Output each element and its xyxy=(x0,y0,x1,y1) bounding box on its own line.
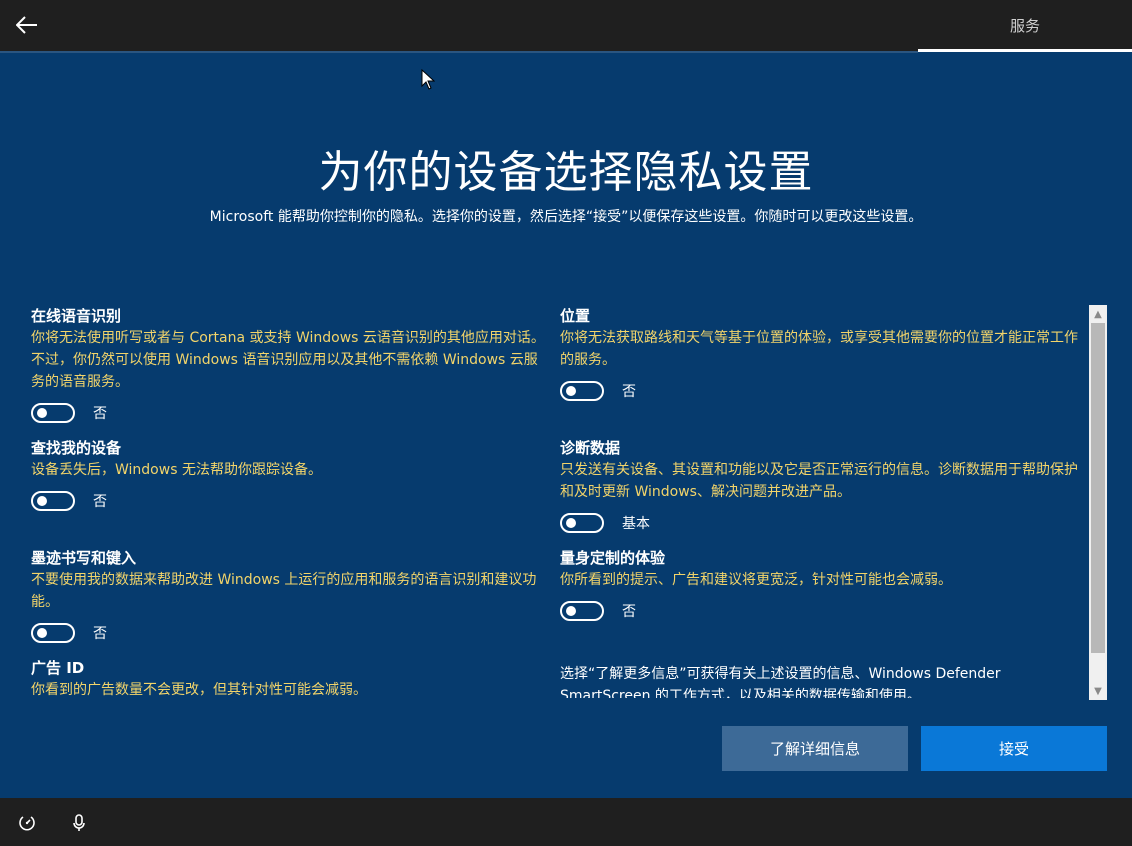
setting-description: 你将无法使用听写或者与 Cortana 或支持 Windows 云语音识别的其他… xyxy=(31,330,545,390)
setting-description: 设备丢失后，Windows 无法帮助你跟踪设备。 xyxy=(31,462,322,478)
toggle-knob xyxy=(566,606,576,616)
setting-diagnostics: 诊断数据 只发送有关设备、其设置和功能以及它是否正常运行的信息。诊断数据用于帮助… xyxy=(560,437,1080,535)
setting-description: 你将无法获取路线和天气等基于位置的体验，或享受其他需要你的位置才能正常工作的服务… xyxy=(560,330,1078,368)
page-title: 为你的设备选择隐私设置 xyxy=(318,147,814,198)
top-bar: 服务 xyxy=(0,0,1132,53)
toggle-state-label: 否 xyxy=(622,384,636,400)
setting-description: 只发送有关设备、其设置和功能以及它是否正常运行的信息。诊断数据用于帮助保护和及时… xyxy=(560,462,1078,500)
toggle-knob xyxy=(37,628,47,638)
microphone-icon[interactable] xyxy=(68,812,90,834)
setting-inking-typing: 墨迹书写和键入 不要使用我的数据来帮助改进 Windows 上运行的应用和服务的… xyxy=(31,547,551,645)
learn-more-button[interactable]: 了解详细信息 xyxy=(722,726,908,771)
setting-title: 查找我的设备 xyxy=(31,439,122,457)
setting-title: 诊断数据 xyxy=(560,439,621,457)
toggle-row: 否 xyxy=(31,401,551,425)
inking-typing-toggle[interactable] xyxy=(31,623,75,643)
header-divider xyxy=(0,51,918,53)
toggle-row: 否 xyxy=(31,489,551,513)
setting-description: 你所看到的提示、广告和建议将更宽泛，针对性可能也会减弱。 xyxy=(560,572,952,588)
toggle-knob xyxy=(566,386,576,396)
setting-tailored-experiences: 量身定制的体验 你所看到的提示、广告和建议将更宽泛，针对性可能也会减弱。 否 xyxy=(560,547,1080,623)
setting-location: 位置 你将无法获取路线和天气等基于位置的体验，或享受其他需要你的位置才能正常工作… xyxy=(560,305,1080,403)
scrollbar-thumb[interactable] xyxy=(1091,323,1105,653)
ease-of-access-icon[interactable] xyxy=(16,812,38,834)
location-toggle[interactable] xyxy=(560,381,604,401)
tab-services[interactable]: 服务 xyxy=(918,0,1132,51)
back-arrow-icon[interactable] xyxy=(14,12,40,38)
toggle-state-label: 否 xyxy=(622,604,636,620)
setting-title: 在线语音识别 xyxy=(31,307,122,325)
toggle-row: 否 xyxy=(560,599,1080,623)
setting-find-my-device: 查找我的设备 设备丢失后，Windows 无法帮助你跟踪设备。 否 xyxy=(31,437,551,513)
toggle-knob xyxy=(37,408,47,418)
bottom-bar xyxy=(0,798,1132,846)
tailored-experiences-toggle[interactable] xyxy=(560,601,604,621)
toggle-row: 否 xyxy=(560,379,1080,403)
toggle-state-label: 基本 xyxy=(622,516,650,532)
setting-title: 广告 ID xyxy=(31,659,85,677)
setting-online-speech: 在线语音识别 你将无法使用听写或者与 Cortana 或支持 Windows 云… xyxy=(31,305,551,425)
mouse-cursor-icon xyxy=(421,68,436,95)
setting-description: 不要使用我的数据来帮助改进 Windows 上运行的应用和服务的语言识别和建议功… xyxy=(31,572,537,610)
toggle-row: 基本 xyxy=(560,511,1080,535)
settings-scrollbar[interactable]: ▲ ▼ xyxy=(1089,305,1107,700)
toggle-knob xyxy=(566,518,576,528)
scroll-down-icon[interactable]: ▼ xyxy=(1089,682,1107,700)
setting-title: 墨迹书写和键入 xyxy=(31,549,137,567)
diagnostics-toggle[interactable] xyxy=(560,513,604,533)
setting-description: 你看到的广告数量不会更改，但其针对性可能会减弱。 xyxy=(31,682,367,698)
accept-button[interactable]: 接受 xyxy=(921,726,1107,771)
toggle-state-label: 否 xyxy=(93,626,107,642)
toggle-knob xyxy=(37,496,47,506)
setting-title: 量身定制的体验 xyxy=(560,549,666,567)
tab-underline xyxy=(918,49,1132,52)
settings-scroll-area[interactable]: 在线语音识别 你将无法使用听写或者与 Cortana 或支持 Windows 云… xyxy=(31,305,1083,698)
toggle-row: 否 xyxy=(31,621,551,645)
toggle-state-label: 否 xyxy=(93,494,107,510)
setting-title: 位置 xyxy=(560,307,591,325)
page-subtitle: Microsoft 能帮助你控制你的隐私。选择你的设置，然后选择“接受”以便保存… xyxy=(209,209,923,225)
online-speech-toggle[interactable] xyxy=(31,403,75,423)
setting-advertising-id: 广告 ID 你看到的广告数量不会更改，但其针对性可能会减弱。 xyxy=(31,657,551,698)
scroll-up-icon[interactable]: ▲ xyxy=(1089,305,1107,323)
find-my-device-toggle[interactable] xyxy=(31,491,75,511)
toggle-state-label: 否 xyxy=(93,406,107,422)
learn-more-note: 选择“了解更多信息”可获得有关上述设置的信息、Windows Defender … xyxy=(560,666,1001,698)
